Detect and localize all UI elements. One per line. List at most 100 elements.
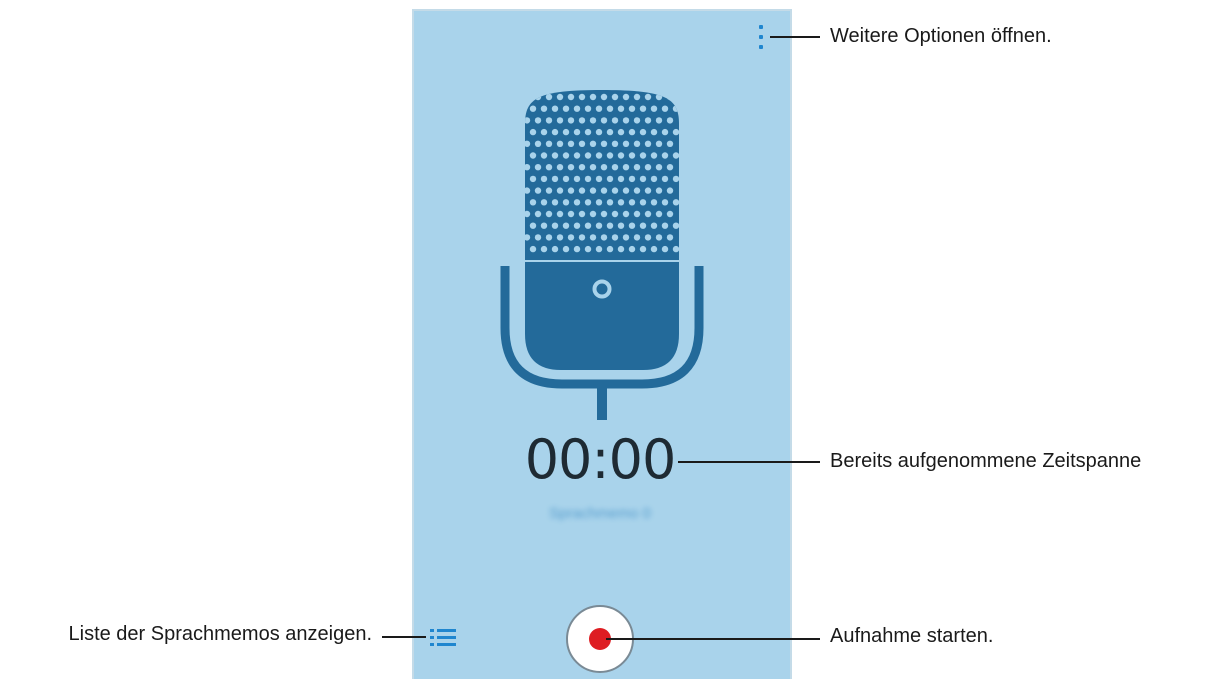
grille-hole [617,128,625,136]
more-options-icon[interactable] [752,23,770,51]
grille-hole [556,93,564,101]
grille-hole [589,187,597,194]
grille-hole [606,245,614,253]
grille-hole [540,105,548,112]
grille-hole [595,128,603,136]
grille-hole [545,210,553,218]
grille-hole [666,187,674,194]
grille-hole [567,187,575,194]
grille-hole [644,93,652,101]
grille-hole [534,140,542,147]
grille-hole [567,93,575,101]
grille-hole [622,234,630,241]
grille-hole [529,105,537,112]
grille-hole [666,93,674,101]
grille-hole [540,222,548,229]
grille-hole [578,140,586,147]
grille-hole [666,117,674,124]
grille-hole [567,210,575,218]
grille-hole [573,245,581,253]
grille-hole [633,210,641,218]
grille-hole [584,199,592,206]
grille-hole [578,164,586,171]
grille-hole [666,164,674,171]
grille-hole [534,164,542,171]
grille-hole [639,152,647,159]
grille-hole [666,234,674,241]
grille-hole [567,117,575,124]
grille-hole [628,222,636,229]
grille-hole [633,117,641,124]
grille-hole [562,222,570,229]
list-icon[interactable] [428,624,458,650]
grille-hole [529,222,537,229]
grille-hole [595,245,603,253]
grille-hole [573,128,581,136]
grille-hole [672,175,679,183]
grille-hole [600,234,608,241]
grille-hole [600,93,608,101]
grille-hole [595,175,603,183]
grille-hole [584,222,592,229]
grille-hole [529,245,537,253]
grille-hole [644,187,652,194]
grille-hole [595,152,603,159]
grille-hole [639,175,647,183]
grille-hole [573,175,581,183]
grille-hole [529,128,537,136]
grille-hole [622,140,630,147]
grille-hole [617,245,625,253]
grille-hole [617,199,625,206]
grille-hole [540,199,548,206]
grille-hole [578,117,586,124]
grille-hole [578,234,586,241]
grille-hole [617,175,625,183]
grille-hole [578,210,586,218]
grille-hole [644,140,652,147]
grille-hole [556,187,564,194]
grille-hole [628,128,636,136]
grille-hole [562,199,570,206]
microphone-icon [500,90,704,420]
grille-hole [556,164,564,171]
grille-hole [650,152,658,159]
grille-hole [589,93,597,101]
grille-hole [545,93,553,101]
grille-hole [525,187,531,194]
grille-hole [556,117,564,124]
grille-hole [639,199,647,206]
grille-hole [650,128,658,136]
grille-hole [661,199,669,206]
grille-hole [633,164,641,171]
grille-hole [529,152,537,159]
grille-hole [545,117,553,124]
grille-hole [650,199,658,206]
grille-hole [611,164,619,171]
grille-hole [595,105,603,112]
grille-hole [628,175,636,183]
grille-hole [562,105,570,112]
grille-hole [525,210,531,218]
grille-hole [567,234,575,241]
grille-hole [584,105,592,112]
grille-hole [661,105,669,112]
grille-hole [628,152,636,159]
grille-hole [529,199,537,206]
grille-hole [650,175,658,183]
grille-hole [661,152,669,159]
grille-hole [628,105,636,112]
grille-hole [672,222,679,229]
grille-hole [628,245,636,253]
grille-hole [606,175,614,183]
grille-hole [633,234,641,241]
grille-hole [573,105,581,112]
grille-hole [672,199,679,206]
grille-hole [573,152,581,159]
more-dot [759,25,763,29]
grille-hole [633,140,641,147]
grille-hole [534,187,542,194]
grille-hole [655,164,663,171]
more-dot [759,45,763,49]
grille-hole [525,164,531,171]
grille-hole [644,210,652,218]
